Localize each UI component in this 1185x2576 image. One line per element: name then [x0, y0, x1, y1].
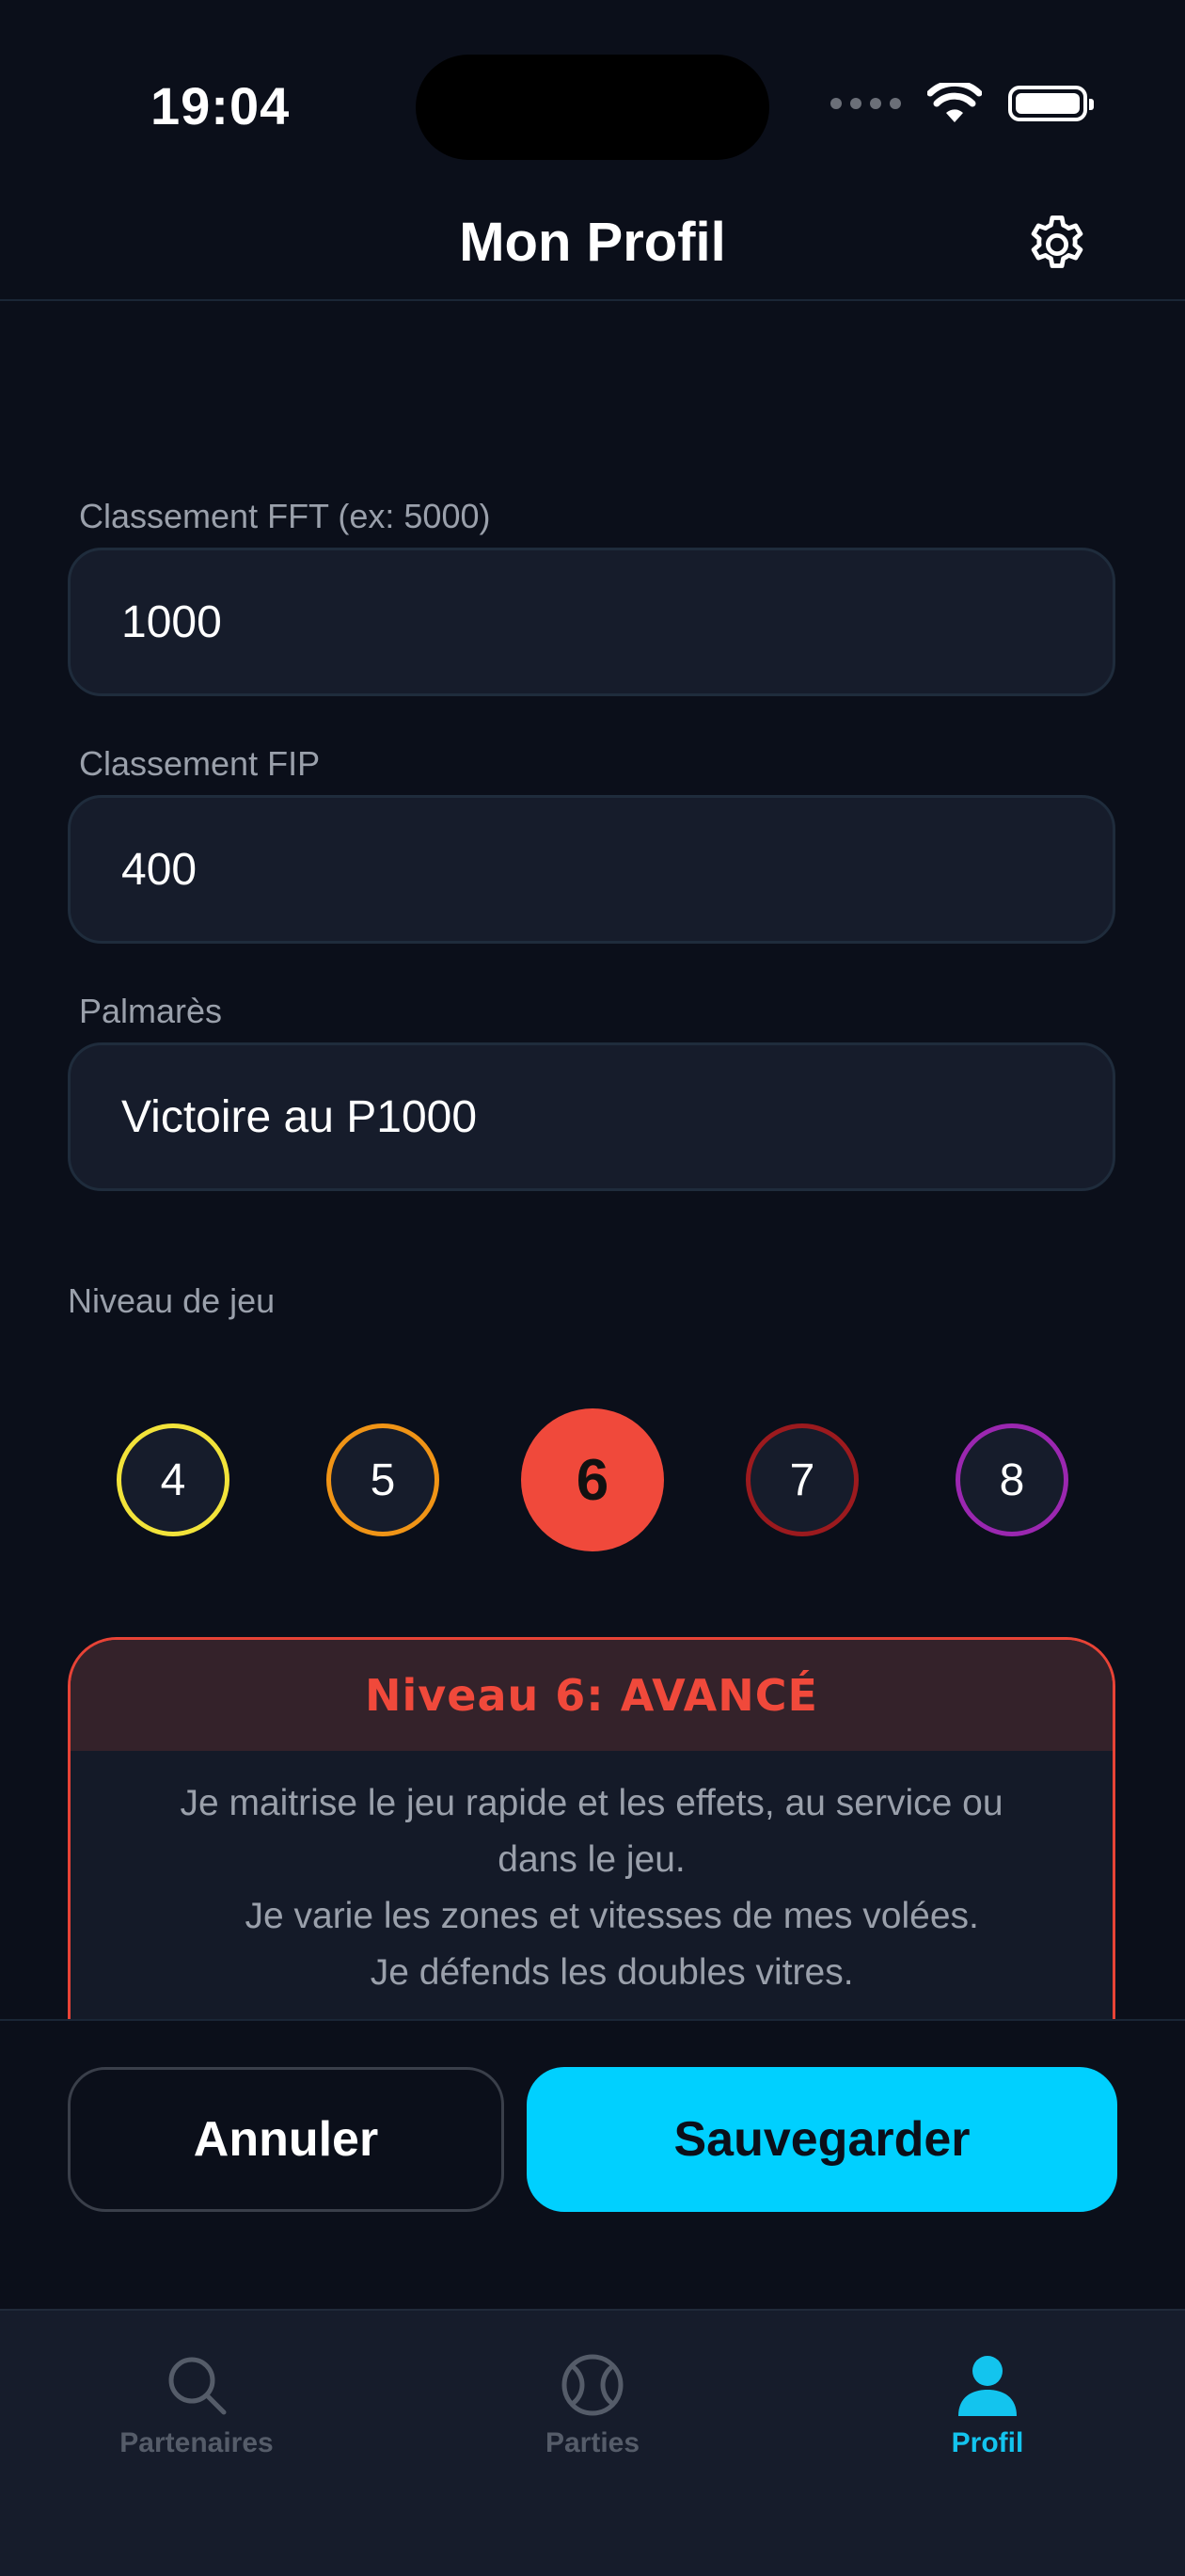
tab-label: Partenaires [119, 2427, 274, 2458]
level-card-line: Je défends les doubles vitres. [329, 1952, 854, 1993]
tennis-ball-icon [561, 2354, 624, 2416]
cellular-signal-icon [830, 98, 901, 109]
level-option-7[interactable]: 7 [746, 1423, 859, 1536]
level-label: Niveau de jeu [68, 1281, 276, 1320]
person-icon [958, 2356, 1017, 2416]
fip-input[interactable] [119, 842, 1113, 897]
palmares-input[interactable] [119, 1089, 1113, 1144]
level-card-title: Niveau 6: AVANCÉ [71, 1640, 1113, 1751]
palmares-field[interactable] [68, 1042, 1115, 1191]
tab-label: Parties [545, 2427, 640, 2458]
fip-label: Classement FIP [79, 744, 321, 783]
level-option-4[interactable]: 4 [117, 1423, 229, 1536]
fip-field[interactable] [68, 795, 1115, 944]
dynamic-island [416, 55, 769, 160]
battery-icon [1008, 86, 1094, 121]
level-option-5[interactable]: 5 [326, 1423, 439, 1536]
status-time: 19:04 [150, 76, 291, 135]
nav-header: Mon Profil [0, 188, 1185, 301]
gear-icon[interactable] [1023, 211, 1091, 278]
fft-input[interactable] [119, 595, 1113, 649]
level-option-8[interactable]: 8 [956, 1423, 1068, 1536]
level-option-6[interactable]: 6 [521, 1408, 664, 1551]
level-card-line: dans le jeu. [498, 1839, 686, 1880]
palmares-label: Palmarès [79, 992, 223, 1030]
fft-label: Classement FFT (ex: 5000) [79, 497, 491, 535]
page-title: Mon Profil [459, 212, 726, 273]
tab-partenaires[interactable]: Partenaires [55, 2352, 338, 2459]
cancel-button[interactable]: Annuler [68, 2067, 504, 2212]
fft-field[interactable] [68, 548, 1115, 696]
status-icons [830, 83, 1094, 124]
wifi-icon [927, 83, 982, 122]
level-card-body: Je maitrise le jeu rapide et les effets,… [71, 1751, 1113, 2001]
tab-parties[interactable]: Parties [451, 2352, 734, 2459]
level-card-line: Je maitrise le jeu rapide et les effets,… [180, 1783, 1003, 1823]
search-icon [168, 2357, 227, 2415]
tab-bar: Partenaires Parties Profil [0, 2309, 1185, 2576]
level-card-line: Je varie les zones et vitesses de mes vo… [204, 1896, 979, 1936]
save-button[interactable]: Sauvegarder [527, 2067, 1117, 2212]
tab-label: Profil [951, 2427, 1024, 2458]
tab-profil[interactable]: Profil [846, 2352, 1129, 2459]
action-bar: Annuler Sauvegarder [0, 2019, 1185, 2311]
level-description-card: Niveau 6: AVANCÉ Je maitrise le jeu rapi… [68, 1637, 1115, 2032]
